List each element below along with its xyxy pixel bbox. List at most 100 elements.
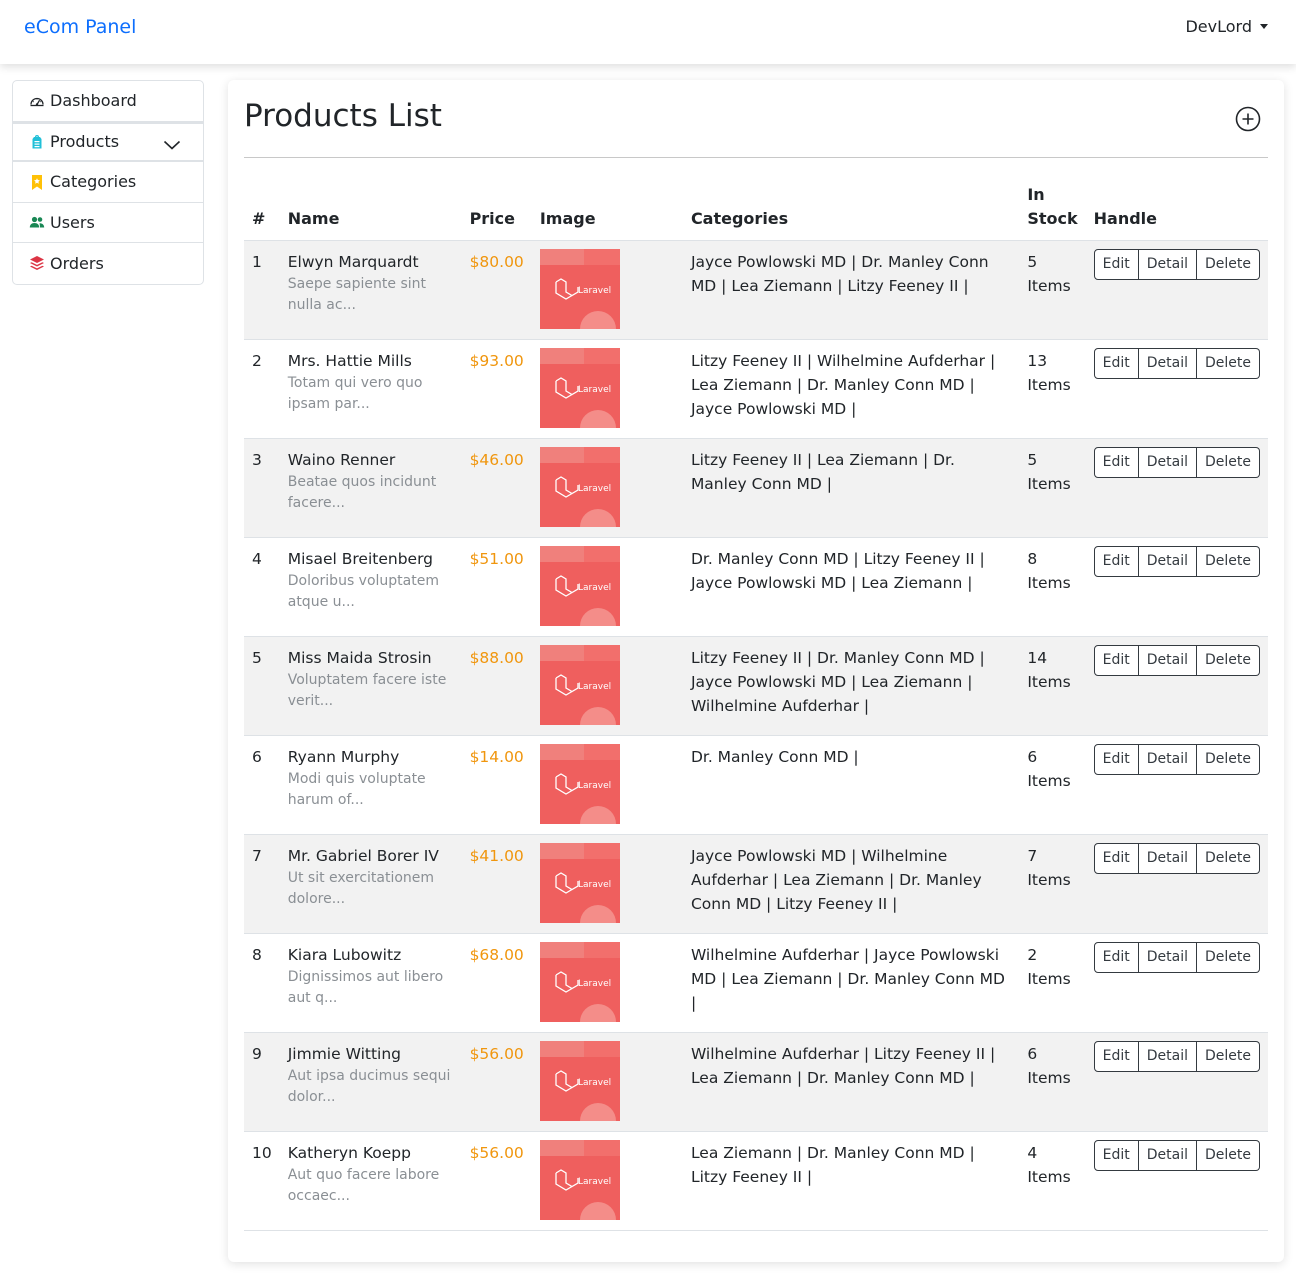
- detail-button[interactable]: Detail: [1138, 447, 1197, 478]
- product-categories: Litzy Feeney II | Dr. Manley Conn MD | J…: [682, 636, 1020, 736]
- row-number: 4: [244, 537, 280, 637]
- action-button-group: Edit Detail Delete: [1093, 249, 1260, 280]
- detail-button[interactable]: Detail: [1138, 645, 1197, 676]
- product-name: Miss Maida Strosin: [287, 649, 432, 667]
- sidebar: Dashboard Products Categories Users Orde…: [12, 80, 204, 285]
- product-name-cell: Jimmie Witting Aut ipsa ducimus sequi do…: [279, 1032, 462, 1132]
- delete-button[interactable]: Delete: [1197, 942, 1260, 973]
- product-description: Saepe sapiente sint nulla ac...: [287, 276, 426, 313]
- product-actions: Edit Detail Delete: [1085, 240, 1268, 340]
- action-button-group: Edit Detail Delete: [1093, 744, 1260, 775]
- edit-button[interactable]: Edit: [1093, 447, 1139, 478]
- delete-button[interactable]: Delete: [1197, 546, 1260, 577]
- detail-button[interactable]: Detail: [1138, 1140, 1197, 1171]
- product-image: Laravel: [539, 1140, 620, 1220]
- delete-button[interactable]: Delete: [1197, 744, 1260, 775]
- product-price: $41.00: [461, 834, 532, 934]
- table-row: 9 Jimmie Witting Aut ipsa ducimus sequi …: [244, 1032, 1268, 1132]
- edit-button[interactable]: Edit: [1093, 744, 1139, 775]
- product-name: Katheryn Koepp: [287, 1144, 411, 1162]
- image-label: Laravel: [578, 286, 611, 296]
- product-price: $68.00: [461, 933, 532, 1033]
- sidebar-item-label: Dashboard: [50, 91, 137, 111]
- product-categories: Wilhelmine Aufderhar | Litzy Feeney II |…: [682, 1032, 1020, 1132]
- table-header-row: # Name Price Image Categories In Stock H…: [244, 183, 1268, 241]
- table-row: 6 Ryann Murphy Modi quis voluptate harum…: [244, 735, 1268, 835]
- product-name: Jimmie Witting: [287, 1045, 401, 1063]
- delete-button[interactable]: Delete: [1197, 1041, 1260, 1072]
- product-name: Misael Breitenberg: [287, 550, 434, 568]
- action-button-group: Edit Detail Delete: [1093, 645, 1260, 676]
- product-categories: Dr. Manley Conn MD |: [682, 735, 1020, 835]
- delete-button[interactable]: Delete: [1197, 843, 1260, 874]
- product-stock: 6 Items: [1019, 735, 1086, 835]
- image-label: Laravel: [578, 979, 611, 989]
- product-image-cell: Laravel: [531, 735, 683, 835]
- people-icon: [29, 214, 45, 230]
- delete-button[interactable]: Delete: [1197, 249, 1260, 280]
- product-description: Doloribus voluptatem atque u...: [287, 573, 439, 610]
- product-image-cell: Laravel: [531, 537, 683, 637]
- delete-button[interactable]: Delete: [1197, 447, 1260, 478]
- tag-icon: [29, 134, 45, 150]
- sidebar-item-orders[interactable]: Orders: [13, 243, 203, 284]
- product-image-cell: Laravel: [531, 933, 683, 1033]
- delete-button[interactable]: Delete: [1197, 348, 1260, 379]
- product-image: Laravel: [539, 645, 620, 725]
- product-name-cell: Mr. Gabriel Borer IV Ut sit exercitation…: [279, 834, 462, 934]
- product-actions: Edit Detail Delete: [1085, 1032, 1268, 1132]
- edit-button[interactable]: Edit: [1093, 1140, 1139, 1171]
- divider: [244, 157, 1268, 158]
- chevron-down-icon[interactable]: [163, 136, 181, 155]
- row-number: 3: [244, 438, 280, 538]
- product-actions: Edit Detail Delete: [1085, 636, 1268, 736]
- detail-button[interactable]: Detail: [1138, 249, 1197, 280]
- product-image: Laravel: [539, 546, 620, 626]
- table-row: 3 Waino Renner Beatae quos incidunt face…: [244, 438, 1268, 538]
- product-image: Laravel: [539, 249, 620, 329]
- delete-button[interactable]: Delete: [1197, 645, 1260, 676]
- action-button-group: Edit Detail Delete: [1093, 447, 1260, 478]
- product-actions: Edit Detail Delete: [1085, 933, 1268, 1033]
- user-dropdown[interactable]: DevLord: [1185, 17, 1268, 36]
- row-number: 9: [244, 1032, 280, 1132]
- edit-button[interactable]: Edit: [1093, 1041, 1139, 1072]
- product-actions: Edit Detail Delete: [1085, 834, 1268, 934]
- edit-button[interactable]: Edit: [1093, 843, 1139, 874]
- product-stock: 2 Items: [1019, 933, 1086, 1033]
- product-name-cell: Elwyn Marquardt Saepe sapiente sint null…: [279, 240, 462, 340]
- edit-button[interactable]: Edit: [1093, 942, 1139, 973]
- edit-button[interactable]: Edit: [1093, 348, 1139, 379]
- edit-button[interactable]: Edit: [1093, 249, 1139, 280]
- product-name-cell: Misael Breitenberg Doloribus voluptatem …: [279, 537, 462, 637]
- detail-button[interactable]: Detail: [1138, 843, 1197, 874]
- plus-circle-icon[interactable]: [1235, 106, 1261, 132]
- detail-button[interactable]: Detail: [1138, 744, 1197, 775]
- bookmark-icon: [29, 174, 45, 190]
- detail-button[interactable]: Detail: [1138, 1041, 1197, 1072]
- detail-button[interactable]: Detail: [1138, 546, 1197, 577]
- edit-button[interactable]: Edit: [1093, 546, 1139, 577]
- product-price: $51.00: [461, 537, 532, 637]
- product-description: Beatae quos incidunt facere...: [287, 474, 437, 511]
- column-header-number: #: [244, 183, 280, 241]
- product-name: Elwyn Marquardt: [287, 253, 419, 271]
- product-name-cell: Kiara Lubowitz Dignissimos aut libero au…: [279, 933, 462, 1033]
- detail-button[interactable]: Detail: [1138, 942, 1197, 973]
- action-button-group: Edit Detail Delete: [1093, 1140, 1260, 1171]
- sidebar-item-products[interactable]: Products: [13, 121, 203, 162]
- brand-link[interactable]: eCom Panel: [24, 16, 136, 38]
- sidebar-item-label: Orders: [50, 253, 104, 273]
- delete-button[interactable]: Delete: [1197, 1140, 1260, 1171]
- detail-button[interactable]: Detail: [1138, 348, 1197, 379]
- sidebar-item-users[interactable]: Users: [13, 203, 203, 243]
- top-navbar: eCom Panel DevLord: [0, 0, 1296, 64]
- sidebar-item-categories[interactable]: Categories: [13, 162, 203, 203]
- edit-button[interactable]: Edit: [1093, 645, 1139, 676]
- sidebar-item-label: Users: [50, 212, 95, 232]
- row-number: 10: [244, 1131, 280, 1231]
- sidebar-item-dashboard[interactable]: Dashboard: [13, 81, 203, 122]
- action-button-group: Edit Detail Delete: [1093, 942, 1260, 973]
- row-number: 5: [244, 636, 280, 736]
- product-image-cell: Laravel: [531, 1131, 683, 1231]
